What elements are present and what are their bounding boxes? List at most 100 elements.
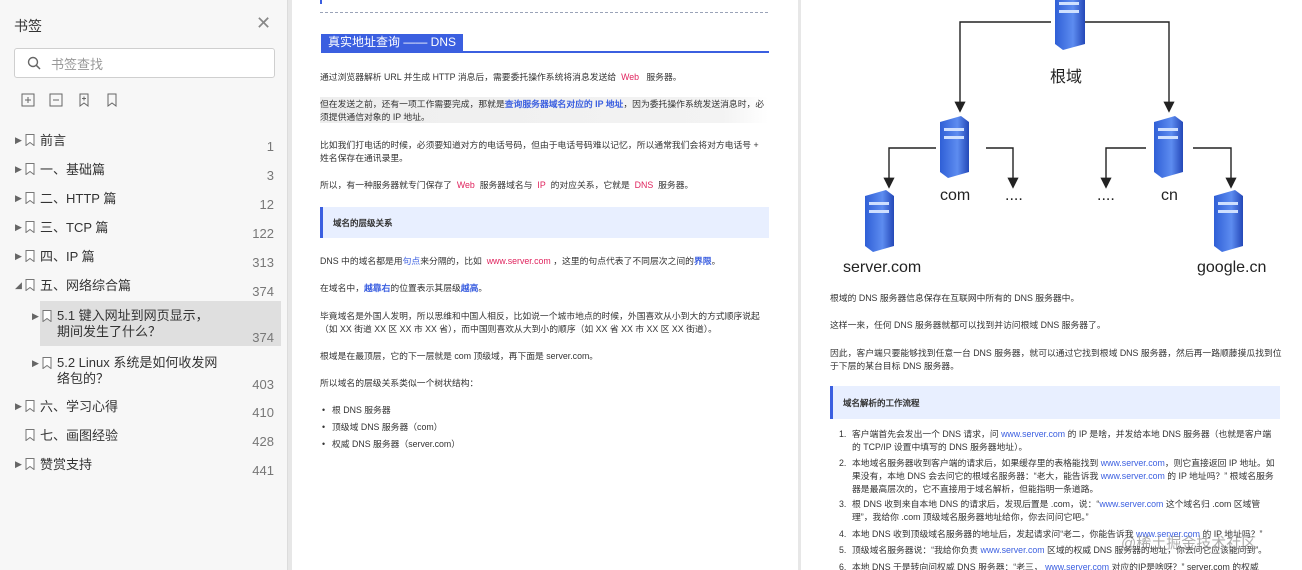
paragraph: 通过浏览器解析 URL 并生成 HTTP 消息后，需要委托操作系统将消息发送给 … xyxy=(320,71,768,84)
paragraph: 但在发送之前，还有一项工作需要完成，那就是查询服务器域名对应的 IP 地址，因为… xyxy=(320,98,768,124)
close-icon[interactable]: ✕ xyxy=(256,13,271,34)
bookmark-label: 三、TCP 篇 xyxy=(40,220,109,235)
collapse-caret-icon[interactable]: ◢ xyxy=(15,280,22,291)
text: DNS 中的域名都是用 xyxy=(320,256,403,266)
page-number: 374 xyxy=(252,330,274,345)
link-text: www.server.com xyxy=(1100,471,1165,481)
list-number: 1. xyxy=(839,429,847,439)
bookmark-icon xyxy=(42,357,52,369)
text: 服务器。 xyxy=(658,180,694,190)
expand-caret-icon[interactable]: ▶ xyxy=(15,222,22,233)
paragraph: 毕竟域名是外国人发明，所以思维和中国人相反，比如说一个城市地点的时候，外国喜欢从… xyxy=(320,311,760,334)
server-icon xyxy=(865,190,894,252)
bookmark-item-basics[interactable]: ▶ 一、基础篇 3 xyxy=(0,161,288,183)
bookmark-item-network[interactable]: ◢ 五、网络综合篇 374 xyxy=(0,277,288,299)
search-input[interactable] xyxy=(49,53,263,75)
paragraph: 在域名中，越靠右的位置表示其层级越高。 xyxy=(320,282,768,295)
expand-caret-icon[interactable]: ▶ xyxy=(15,251,22,262)
bookmark-icon xyxy=(25,221,35,233)
bookmark-label: 七、画图经验 xyxy=(40,428,119,443)
bookmark-label: 前言 xyxy=(40,133,67,148)
document-page-left: 真实地址查询 —— DNS 通过浏览器解析 URL 并生成 HTTP 消息后，需… xyxy=(292,0,798,570)
highlight-text: Web xyxy=(621,72,639,82)
bookmark-label: 六、学习心得 xyxy=(40,399,119,414)
bookmark-label: 赞赏支持 xyxy=(40,457,93,472)
page-number: 428 xyxy=(252,434,274,449)
divider-accent xyxy=(320,0,322,4)
text: 在域名中， xyxy=(320,283,364,293)
add-bookmark-icon[interactable] xyxy=(76,92,94,110)
emphasis-text: 查询服务器域名对应的 IP 地址 xyxy=(504,99,624,109)
link-text: www.server.com xyxy=(1001,429,1066,439)
bookmark-item-5-1[interactable]: ▶ 5.1 键入网址到网页显示， 期间发生了什么？ 374 xyxy=(0,306,288,346)
page-number: 441 xyxy=(252,463,274,478)
text: 的位置表示其层级 xyxy=(390,283,461,293)
bookmark-icon xyxy=(25,400,35,412)
ellipsis-label: .... xyxy=(1097,187,1115,204)
bookmark-icon xyxy=(25,250,35,262)
ellipsis-label: .... xyxy=(1005,187,1023,204)
link-text: www.server.com xyxy=(1099,499,1164,509)
list-item: 根 DNS 服务器 xyxy=(322,404,391,417)
bookmark-item-5-2[interactable]: ▶ 5.2 Linux 系统是如何收发网 络包的？ 403 xyxy=(0,353,288,393)
bookmark-icon[interactable] xyxy=(104,92,122,110)
bookmark-item-tcp[interactable]: ▶ 三、TCP 篇 122 xyxy=(0,219,288,241)
list-item: 1. 客户端首先会发出一个 DNS 请求，问 www.server.com 的 … xyxy=(839,428,1280,454)
list-number: 4. xyxy=(839,529,847,539)
expand-caret-icon[interactable]: ▶ xyxy=(15,135,22,146)
bookmark-label: 四、IP 篇 xyxy=(40,249,95,264)
bookmark-item-drawing[interactable]: 七、画图经验 428 xyxy=(0,427,288,449)
page-number: 374 xyxy=(252,284,274,299)
bookmark-label: 五、网络综合篇 xyxy=(40,278,132,293)
bookmark-item-http[interactable]: ▶ 二、HTTP 篇 12 xyxy=(0,190,288,212)
bookmark-icon xyxy=(25,279,35,291)
search-icon xyxy=(27,56,41,70)
bookmark-item-learning[interactable]: ▶ 六、学习心得 410 xyxy=(0,398,288,420)
page-number: 122 xyxy=(252,226,274,241)
text: 但在发送之前，还有一项工作需要完成，那就是 xyxy=(320,99,505,109)
paragraph: 所以，有一种服务器就专门保存了 Web 服务器域名与 IP 的对应关系，它就是 … xyxy=(320,179,768,192)
collapse-all-icon[interactable] xyxy=(48,92,66,110)
expand-all-icon[interactable] xyxy=(20,92,38,110)
expand-caret-icon[interactable]: ▶ xyxy=(15,459,22,470)
bookmark-label-line1: 5.1 键入网址到网页显示， xyxy=(57,308,209,323)
expand-caret-icon[interactable]: ▶ xyxy=(15,164,22,175)
bookmark-icon xyxy=(25,458,35,470)
highlight-text: www.server.com xyxy=(486,256,551,266)
heading-underline xyxy=(321,51,769,53)
expand-caret-icon[interactable]: ▶ xyxy=(32,311,39,322)
server-com-label: server.com xyxy=(843,259,922,276)
bookmark-icon xyxy=(42,310,52,322)
expand-caret-icon[interactable]: ▶ xyxy=(15,401,22,412)
text: 所以，有一种服务器就专门保存了 xyxy=(320,180,452,190)
section-heading: 真实地址查询 —— DNS xyxy=(321,34,464,51)
bookmark-item-preface[interactable]: ▶ 前言 1 xyxy=(0,132,288,154)
emphasis-text: 越靠右 xyxy=(364,283,391,293)
subsection-title: 域名的层级关系 xyxy=(333,218,393,228)
subsection-heading: 域名的层级关系 xyxy=(320,207,769,238)
expand-caret-icon[interactable]: ▶ xyxy=(32,358,39,369)
text: 本地 DNS 于是转向问权威 DNS 服务器：“老三， xyxy=(852,562,1043,570)
search-box[interactable] xyxy=(14,48,275,78)
highlight-text: DNS xyxy=(634,180,654,190)
com-label: com xyxy=(940,187,971,204)
list-item: 3. 根 DNS 收到来自本地 DNS 的请求后，发现后置是 .com，说：“w… xyxy=(839,498,1280,524)
bookmark-icon xyxy=(25,192,35,204)
list-number: 3. xyxy=(839,499,847,509)
expand-caret-icon[interactable]: ▶ xyxy=(15,193,22,204)
bookmark-item-ip[interactable]: ▶ 四、IP 篇 313 xyxy=(0,248,288,270)
highlight-text: Web xyxy=(456,180,475,190)
server-icon xyxy=(1055,0,1085,50)
bookmark-item-support[interactable]: ▶ 赞赏支持 441 xyxy=(0,456,288,478)
cn-label: cn xyxy=(1161,187,1178,204)
bookmark-label: 一、基础篇 xyxy=(40,162,106,177)
emphasis-text: 越高 xyxy=(460,283,479,293)
panel-title: 书签 xyxy=(14,18,42,34)
document-page-right: 根域 com .... .... cn server.com google.cn… xyxy=(801,0,1302,570)
dns-hierarchy-diagram xyxy=(865,0,1243,252)
list-number: 2. xyxy=(839,458,847,468)
emphasis-text: 界限 xyxy=(693,256,712,266)
text: 通过浏览器解析 URL 并生成 HTTP 消息后，需要委托操作系统将消息发送给 xyxy=(320,72,617,82)
text: 的对应关系，它就是 xyxy=(550,180,630,190)
bookmarks-panel: 书签 ✕ ▶ 前言 1 ▶ 一、基础篇 3 ▶ 二、HTTP 篇 12 ▶ xyxy=(0,0,288,570)
